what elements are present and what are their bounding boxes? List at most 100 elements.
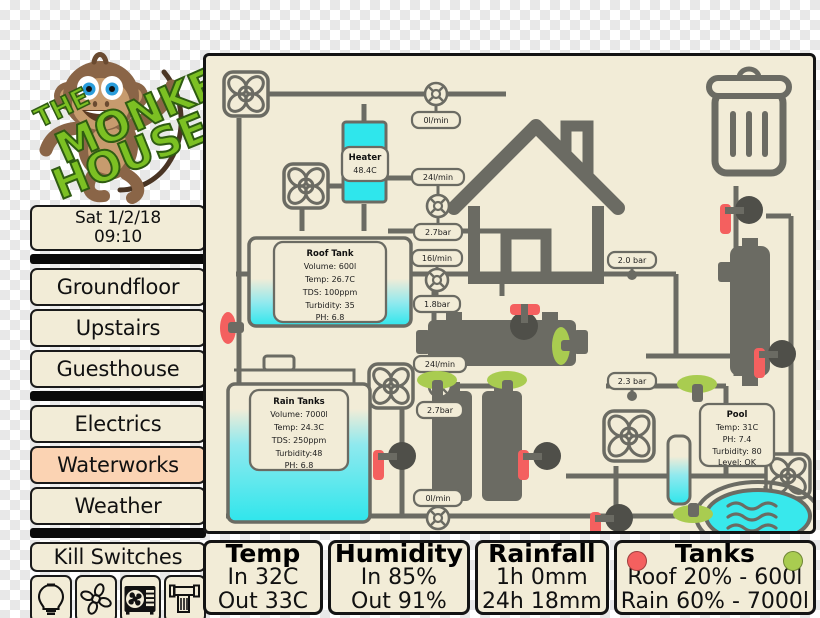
- gauge-heater-flow-label: 24l/min: [423, 173, 453, 182]
- gauge-top-flow-label: 0l/min: [423, 116, 448, 125]
- gauge-rain-flow-label: 24l/min: [425, 360, 455, 369]
- status-rainfall-title: Rainfall: [488, 538, 596, 568]
- valve-open-pool-feed[interactable]: [673, 503, 713, 523]
- valve-open-uv-outlet[interactable]: [677, 375, 717, 402]
- status-panel-humidity[interactable]: Humidity In 85% Out 91%: [327, 538, 470, 615]
- pool-title: Pool: [727, 410, 748, 420]
- status-temp-in: In 32C: [227, 565, 299, 591]
- gauge-rain-pressure-label: 2.7bar: [427, 406, 454, 415]
- status-humidity-in: In 85%: [360, 565, 438, 591]
- valve-closed-filter-outlet[interactable]: [518, 442, 561, 480]
- monkey-house-logo-svg: THE MONKEY HOUSE: [29, 44, 256, 210]
- valve-closed-filter-inlet[interactable]: [373, 442, 416, 480]
- app-logo: THE MONKEY HOUSE: [16, 24, 256, 210]
- roof-tank-title: Roof Tank: [306, 249, 353, 259]
- status-temp-title: Temp: [225, 538, 301, 568]
- gauge-filter-pressure-label: 2.3 bar: [618, 377, 647, 386]
- roof-tank-line-5: PH: 6.8: [316, 313, 345, 322]
- sidebar-item-waterworks[interactable]: Waterworks: [30, 446, 206, 484]
- status-tanks-rain: Rain 60% - 7000l: [620, 588, 809, 614]
- kill-switches-row: [30, 575, 206, 618]
- app-root: THE MONKEY HOUSE Sat 1/2/18 09:10 Ground…: [0, 0, 820, 618]
- rain-tanks-line-5: PH: 6.8: [285, 461, 314, 470]
- roof-tank-line-3: TDS: 100ppm: [302, 288, 358, 297]
- sidebar-item-upstairs[interactable]: Upstairs: [30, 309, 206, 347]
- heater-tank[interactable]: Heater 48.4C: [340, 120, 390, 204]
- waterworks-diagram-panel: Roof Tank Volume: 600l Temp: 26.7C TDS: …: [203, 53, 816, 534]
- rain-tanks-line-1: Volume: 7000l: [270, 410, 328, 419]
- sidebar-item-label: Groundfloor: [56, 275, 180, 299]
- sidebar-item-label: Guesthouse: [56, 357, 180, 381]
- pool-info-box[interactable]: Pool Temp: 31C PH: 7.4 Turbidity: 80 Lev…: [698, 402, 776, 468]
- status-humidity-out: Out 91%: [351, 588, 447, 614]
- sidebar-item-guesthouse[interactable]: Guesthouse: [30, 350, 206, 388]
- gauge-bottom-flow-label: 0l/min: [425, 494, 450, 503]
- pool-column-tank: [666, 434, 692, 506]
- pump-icon-2[interactable]: [282, 162, 330, 210]
- filter-vessels: [432, 382, 522, 501]
- status-rainfall-24h: 24h 18mm: [481, 588, 602, 614]
- pump-icon-3[interactable]: [367, 362, 415, 410]
- gauge-filter-pressure[interactable]: 2.3 bar: [606, 371, 658, 401]
- heater-value: 48.4C: [353, 166, 377, 175]
- gauge-roof-flow[interactable]: 16l/min 1.8bar: [410, 248, 464, 314]
- sidebar-divider-2: [30, 391, 206, 401]
- gauge-roof-pressure-label: 1.8bar: [424, 300, 451, 309]
- clock-display: Sat 1/2/18 09:10: [30, 205, 206, 251]
- status-bar: Temp In 32C Out 33C Humidity In 85% Out …: [203, 540, 816, 615]
- kill-switch-water-pump[interactable]: [164, 575, 206, 618]
- pool-line-1: Temp: 31C: [715, 423, 759, 432]
- status-tanks-roof: Roof 20% - 600l: [627, 565, 803, 591]
- sidebar-divider-3: [30, 528, 206, 538]
- status-panel-temp[interactable]: Temp In 32C Out 33C: [203, 540, 323, 615]
- status-temp-out: Out 33C: [217, 588, 309, 614]
- pump-icon-1[interactable]: [222, 70, 270, 118]
- heater-title: Heater: [349, 153, 382, 163]
- gauge-heater-pressure-label: 2.7bar: [425, 228, 452, 237]
- pool-graphic: [694, 480, 813, 531]
- roof-tank-line-2: Temp: 26.7C: [304, 275, 355, 284]
- air-conditioner-icon: [124, 586, 156, 615]
- status-humidity-title: Humidity: [334, 538, 463, 568]
- monkey-tuft: [91, 52, 109, 65]
- valve-closed-bottom[interactable]: [590, 504, 633, 531]
- kill-switch-aircon[interactable]: [119, 575, 162, 618]
- gauge-house-pressure-label: 2.0 bar: [618, 256, 647, 265]
- status-tanks-title: Tanks: [674, 538, 755, 568]
- roof-tank-line-4: Turbidity: 35: [304, 301, 354, 310]
- rain-tanks-line-3: TDS: 250ppm: [271, 436, 327, 445]
- clock-date: Sat 1/2/18: [75, 207, 161, 228]
- status-rainfall-1h: 1h 0mm: [495, 565, 588, 591]
- fan-icon: [79, 583, 112, 615]
- filter-vessel-2: [482, 391, 522, 501]
- sidebar-divider-1: [30, 254, 206, 264]
- kill-switches-header[interactable]: Kill Switches: [30, 542, 206, 572]
- sidebar-item-electrics[interactable]: Electrics: [30, 405, 206, 443]
- kill-switch-lights[interactable]: [30, 575, 72, 618]
- roof-tank[interactable]: Roof Tank Volume: 600l Temp: 26.7C TDS: …: [247, 236, 413, 328]
- status-panel-tanks[interactable]: Tanks Roof 20% - 600l Rain 60% - 7000l: [613, 538, 816, 615]
- pump-icon-4[interactable]: [602, 409, 656, 463]
- sidebar-item-weather[interactable]: Weather: [30, 487, 206, 525]
- rain-tanks-line-2: Temp: 24.3C: [273, 423, 324, 432]
- sidebar-item-label: Waterworks: [57, 453, 179, 477]
- water-pump-icon: [169, 584, 201, 613]
- lightbulb-icon: [37, 583, 64, 615]
- sidebar-item-label: Upstairs: [75, 316, 161, 340]
- tank-indicator-green: [783, 551, 803, 571]
- kill-switches-label: Kill Switches: [53, 545, 183, 569]
- kill-switch-fans[interactable]: [74, 575, 117, 618]
- roof-tank-line-1: Volume: 600l: [304, 262, 356, 271]
- rain-tanks-line-4: Turbidity:48: [275, 449, 323, 458]
- sidebar-item-label: Electrics: [74, 412, 162, 436]
- status-panel-rainfall[interactable]: Rainfall 1h 0mm 24h 18mm: [474, 538, 609, 615]
- pool-line-3: Turbidity: 80: [711, 447, 761, 456]
- rain-tanks[interactable]: Rain Tanks Volume: 7000l Temp: 24.3C TDS…: [226, 354, 372, 524]
- waste-bin-icon: [706, 66, 792, 177]
- sidebar-item-groundfloor[interactable]: Groundfloor: [30, 268, 206, 306]
- gauge-top-flow[interactable]: 0l/min: [410, 81, 462, 130]
- valve-closed-waste[interactable]: [720, 196, 763, 234]
- sidebar: Sat 1/2/18 09:10 Groundfloor Upstairs Gu…: [30, 205, 206, 618]
- gauge-bottom-flow[interactable]: 0l/min: [412, 488, 464, 531]
- tank-indicator-red: [626, 551, 647, 571]
